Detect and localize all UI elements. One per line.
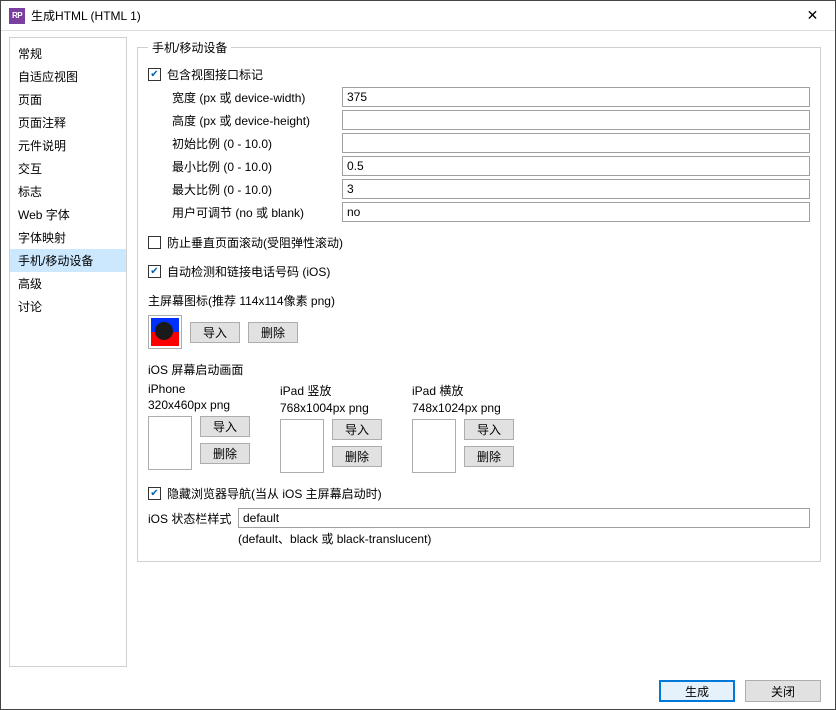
main-panel: 手机/移动设备 ✔ 包含视图接口标记 宽度 (px 或 device-width… (127, 31, 835, 673)
splash-section: iOS 屏幕启动画面 iPhone 320x460px png 导入 删除 (148, 361, 810, 473)
splash-iphone-sub: 320x460px png (148, 398, 250, 412)
sidebar: 常规自适应视图页面页面注释元件说明交互标志Web 字体字体映射手机/移动设备高级… (9, 37, 127, 667)
user-scalable-row: 用户可调节 (no 或 blank) (172, 202, 810, 222)
splash-ipad-p-col: iPad 竖放 768x1004px png 导入 删除 (280, 382, 382, 473)
sidebar-item[interactable]: 讨论 (10, 295, 126, 318)
window-title: 生成HTML (HTML 1) (31, 7, 141, 24)
initial-scale-row: 初始比例 (0 - 10.0) (172, 133, 810, 153)
sidebar-item[interactable]: 页面注释 (10, 111, 126, 134)
sidebar-item[interactable]: 手机/移动设备 (10, 249, 126, 272)
splash-ipad-l-delete-button[interactable]: 删除 (464, 446, 514, 467)
splash-iphone-head: iPhone (148, 382, 250, 396)
close-icon: ✕ (807, 7, 819, 24)
splash-iphone-preview[interactable] (148, 416, 192, 470)
width-input[interactable] (342, 87, 810, 107)
hide-nav-row: ✔ 隐藏浏览器导航(当从 iOS 主屏幕启动时) (148, 485, 810, 502)
min-scale-label: 最小比例 (0 - 10.0) (172, 158, 342, 175)
auto-tel-label: 自动检测和链接电话号码 (iOS) (167, 263, 330, 280)
splash-ipad-l-sub: 748x1024px png (412, 401, 514, 415)
min-scale-input[interactable] (342, 156, 810, 176)
statusbar-hint: (default、black 或 black-translucent) (238, 530, 810, 547)
splash-ipad-p-import-button[interactable]: 导入 (332, 419, 382, 440)
sidebar-item[interactable]: 自适应视图 (10, 65, 126, 88)
titlebar-left: RP 生成HTML (HTML 1) (9, 7, 141, 24)
auto-tel-checkbox[interactable]: ✔ (148, 265, 161, 278)
auto-tel-row: ✔ 自动检测和链接电话号码 (iOS) (148, 263, 810, 280)
groupbox-legend: 手机/移动设备 (148, 39, 231, 56)
sidebar-item[interactable]: 标志 (10, 180, 126, 203)
initial-scale-input[interactable] (342, 133, 810, 153)
sidebar-item[interactable]: 交互 (10, 157, 126, 180)
statusbar-label: iOS 状态栏样式 (148, 510, 238, 527)
include-viewport-checkbox[interactable]: ✔ (148, 68, 161, 81)
splash-group: iPhone 320x460px png 导入 删除 i (148, 382, 810, 473)
splash-ipad-p-btns: 导入 删除 (332, 419, 382, 467)
generate-button[interactable]: 生成 (659, 680, 735, 702)
home-icon-row: 导入 删除 (148, 315, 810, 349)
app-icon: RP (9, 8, 25, 24)
min-scale-row: 最小比例 (0 - 10.0) (172, 156, 810, 176)
dialog-window: RP 生成HTML (HTML 1) ✕ 常规自适应视图页面页面注释元件说明交互… (0, 0, 836, 710)
home-icon-section: 主屏幕图标(推荐 114x114像素 png) 导入 删除 (148, 292, 810, 349)
sidebar-item[interactable]: 常规 (10, 42, 126, 65)
sidebar-item[interactable]: 元件说明 (10, 134, 126, 157)
max-scale-row: 最大比例 (0 - 10.0) (172, 179, 810, 199)
height-label: 高度 (px 或 device-height) (172, 112, 342, 129)
splash-ipad-p-delete-button[interactable]: 删除 (332, 446, 382, 467)
max-scale-label: 最大比例 (0 - 10.0) (172, 181, 342, 198)
splash-ipad-l-import-button[interactable]: 导入 (464, 419, 514, 440)
width-label: 宽度 (px 或 device-width) (172, 89, 342, 106)
splash-iphone-import-button[interactable]: 导入 (200, 416, 250, 437)
splash-title: iOS 屏幕启动画面 (148, 361, 810, 378)
hide-nav-label: 隐藏浏览器导航(当从 iOS 主屏幕启动时) (167, 485, 382, 502)
splash-ipad-p-head: iPad 竖放 (280, 382, 382, 399)
sidebar-item[interactable]: 高级 (10, 272, 126, 295)
prevent-scroll-label: 防止垂直页面滚动(受阻弹性滚动) (167, 234, 343, 251)
sidebar-item[interactable]: 页面 (10, 88, 126, 111)
home-icon-import-button[interactable]: 导入 (190, 322, 240, 343)
splash-iphone-delete-button[interactable]: 删除 (200, 443, 250, 464)
include-viewport-row: ✔ 包含视图接口标记 (148, 66, 810, 83)
user-scalable-label: 用户可调节 (no 或 blank) (172, 204, 342, 221)
titlebar: RP 生成HTML (HTML 1) ✕ (1, 1, 835, 31)
splash-ipad-p-row: 导入 删除 (280, 419, 382, 473)
splash-ipad-l-head: iPad 横放 (412, 382, 514, 399)
include-viewport-label: 包含视图接口标记 (167, 66, 263, 83)
splash-iphone-col: iPhone 320x460px png 导入 删除 (148, 382, 250, 473)
prevent-scroll-checkbox[interactable] (148, 236, 161, 249)
splash-ipad-p-preview[interactable] (280, 419, 324, 473)
splash-ipad-l-col: iPad 横放 748x1024px png 导入 删除 (412, 382, 514, 473)
initial-scale-label: 初始比例 (0 - 10.0) (172, 135, 342, 152)
home-icon-preview[interactable] (148, 315, 182, 349)
width-row: 宽度 (px 或 device-width) (172, 87, 810, 107)
splash-ipad-p-sub: 768x1004px png (280, 401, 382, 415)
statusbar-row: iOS 状态栏样式 (148, 508, 810, 528)
mobile-groupbox: 手机/移动设备 ✔ 包含视图接口标记 宽度 (px 或 device-width… (137, 39, 821, 562)
hide-nav-checkbox[interactable]: ✔ (148, 487, 161, 500)
user-scalable-input[interactable] (342, 202, 810, 222)
prevent-scroll-row: 防止垂直页面滚动(受阻弹性滚动) (148, 234, 810, 251)
height-row: 高度 (px 或 device-height) (172, 110, 810, 130)
splash-ipad-l-btns: 导入 删除 (464, 419, 514, 467)
splash-ipad-l-row: 导入 删除 (412, 419, 514, 473)
home-icon-image (151, 318, 179, 346)
splash-iphone-row: 导入 删除 (148, 416, 250, 470)
home-icon-delete-button[interactable]: 删除 (248, 322, 298, 343)
close-dialog-button[interactable]: 关闭 (745, 680, 821, 702)
max-scale-input[interactable] (342, 179, 810, 199)
dialog-footer: 生成 关闭 (1, 673, 835, 709)
statusbar-input[interactable] (238, 508, 810, 528)
splash-ipad-l-preview[interactable] (412, 419, 456, 473)
dialog-body: 常规自适应视图页面页面注释元件说明交互标志Web 字体字体映射手机/移动设备高级… (1, 31, 835, 673)
home-icon-title: 主屏幕图标(推荐 114x114像素 png) (148, 292, 810, 309)
close-button[interactable]: ✕ (790, 1, 835, 31)
sidebar-item[interactable]: 字体映射 (10, 226, 126, 249)
sidebar-item[interactable]: Web 字体 (10, 203, 126, 226)
height-input[interactable] (342, 110, 810, 130)
splash-iphone-btns: 导入 删除 (200, 416, 250, 464)
